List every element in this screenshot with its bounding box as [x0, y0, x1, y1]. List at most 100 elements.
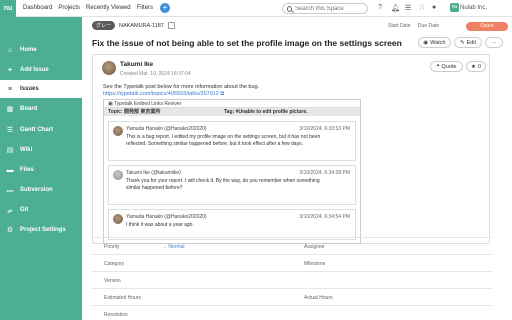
list-item: Takumi Ike (@takumiike) 3/10/2024, 6:34:…: [108, 165, 356, 205]
plus-icon: +: [7, 66, 13, 74]
org-name[interactable]: Nulab Inc.: [460, 5, 487, 11]
avatar: [113, 170, 123, 180]
sidebar-item-label: Wiki: [20, 147, 33, 153]
sidebar-item-files[interactable]: ▬ Files: [0, 161, 82, 179]
sidebar-item-label: Board: [20, 106, 38, 112]
field-row: Category Milestone: [92, 254, 492, 271]
wiki-icon: ▤: [6, 147, 14, 154]
field-label: Estimated Hours: [104, 295, 141, 301]
field-row: Priority → Normal Assignee: [92, 237, 492, 254]
list-item: Yamada Hanako (@Hanako202020) 3/10/2024,…: [108, 121, 356, 161]
folder-icon: ▬: [6, 166, 14, 174]
message-date: 3/10/2024, 6:34:54 PM: [299, 214, 350, 220]
nav-dashboard[interactable]: Dashboard: [23, 5, 52, 11]
sidebar-item-home[interactable]: ⌂ Home: [0, 41, 82, 59]
message-date: 3/10/2024, 6:34:28 PM: [299, 170, 350, 176]
top-nav: Dashboard Projects Recently Viewed Filte…: [20, 3, 170, 13]
org-logo: nu: [450, 3, 459, 12]
sidebar-item-git[interactable]: git Git: [0, 201, 82, 219]
author-name[interactable]: Takumi Ike: [120, 61, 153, 68]
star-icon: ★: [471, 63, 476, 70]
avatar: [113, 214, 123, 224]
status-badge[interactable]: Open: [466, 22, 508, 31]
issue-title: Fix the issue of not being able to set t…: [92, 38, 402, 48]
start-date-label: Start Date: [388, 23, 411, 29]
nav-projects[interactable]: Projects: [58, 5, 80, 11]
svn-icon: svn: [6, 187, 14, 193]
issue-description-card: Takumi Ike Created Mar. 10, 2024 18:37:0…: [92, 54, 490, 244]
issue-subheader: グレー NAKAMURA-1187: [92, 21, 175, 30]
quote-button[interactable]: ❝ Quote: [430, 61, 463, 72]
sidebar-item-label: Add Issue: [20, 67, 49, 73]
issues-icon: ≡: [7, 85, 13, 93]
sidebar-item-board[interactable]: ▦ Board: [0, 100, 82, 118]
field-label: Milestone: [304, 261, 326, 267]
copy-icon[interactable]: [167, 22, 175, 29]
sidebar-item-add-issue[interactable]: + Add Issue: [0, 61, 82, 79]
quote-label: Quote: [441, 63, 457, 70]
issue-dates: Start Date Due Date: [388, 23, 445, 29]
sidebar-item-gantt-chart[interactable]: ☰ Gantt Chart: [0, 121, 82, 139]
sidebar-item-subversion[interactable]: svn Subversion: [0, 181, 82, 199]
avatar: [113, 126, 123, 136]
embed-topic: Topic: 開発部 東京業所: [108, 109, 161, 115]
sidebar-item-wiki[interactable]: ▤ Wiki: [0, 141, 82, 159]
list-item: Yamada Hanako (@Hanako202020) 3/10/2024,…: [108, 209, 356, 240]
nav-recently-viewed[interactable]: Recently Viewed: [86, 5, 131, 11]
quote-icon: ❝: [436, 63, 440, 70]
created-timestamp: Created Mar. 10, 2024 18:37:04: [120, 71, 191, 77]
message-body: This is a bug report. I edited my profil…: [126, 134, 321, 147]
notifications-icon[interactable]: 🔔︎: [391, 4, 400, 12]
typetalk-embed: ▣ Typetalk Embed Links Reviver Topic: 開発…: [103, 99, 361, 244]
add-button[interactable]: +: [159, 3, 170, 13]
user-avatar-icon[interactable]: ●: [432, 4, 436, 11]
app-logo[interactable]: nu: [0, 0, 16, 17]
typetalk-link-text: https://typetalk.com/topics/406593/talks…: [103, 91, 219, 97]
sidebar-item-label: Project Settings: [20, 227, 66, 233]
star-button[interactable]: ★ 0: [466, 61, 486, 72]
priority-value[interactable]: → Normal: [162, 244, 185, 250]
sidebar-item-issues[interactable]: ≡ Issues: [0, 80, 82, 98]
nav-filters[interactable]: Filters: [137, 5, 153, 11]
message-author: Takumi Ike (@takumiike): [126, 170, 181, 176]
message-date: 3/10/2024, 6:33:53 PM: [299, 126, 350, 132]
sidebar-item-label: Git: [20, 207, 29, 213]
home-icon: ⌂: [7, 46, 13, 54]
field-row: Version: [92, 271, 492, 288]
edit-label: Edit: [466, 39, 477, 46]
message-body: Thank you for your report. I will check …: [126, 178, 320, 191]
typetalk-link[interactable]: https://typetalk.com/topics/406593/talks…: [103, 91, 224, 98]
sidebar-item-label: Issues: [20, 86, 39, 92]
top-bar: nu Dashboard Projects Recently Viewed Fi…: [0, 0, 512, 17]
list-icon[interactable]: ☰: [405, 4, 411, 12]
message-author: Yamada Hanako (@Hanako202020): [126, 214, 207, 220]
git-icon: git: [7, 207, 13, 213]
embed-title: Typetalk Embed Links Reviver: [114, 101, 182, 107]
field-label: Version: [104, 278, 121, 284]
avatar[interactable]: [102, 61, 116, 75]
search-icon: [287, 5, 292, 12]
sidebar-item-label: Subversion: [20, 187, 53, 193]
edit-button[interactable]: ✎ Edit: [454, 37, 482, 48]
external-link-icon: ⧉: [220, 91, 225, 97]
sidebar-item-label: Home: [20, 47, 37, 53]
more-button[interactable]: ···: [485, 37, 503, 48]
field-row: Estimated Hours Actual Hours: [92, 288, 492, 305]
watch-button[interactable]: ◉ Watch: [418, 37, 451, 48]
help-icon[interactable]: ?: [378, 4, 382, 11]
gear-icon: ⚙: [6, 227, 14, 234]
field-label: Category: [104, 261, 125, 267]
field-label: Assignee: [304, 244, 325, 250]
eye-icon: ◉: [423, 39, 429, 46]
field-label: Priority: [104, 244, 120, 250]
search-input[interactable]: [295, 5, 367, 12]
field-label: Actual Hours: [304, 295, 333, 301]
message-author: Yamada Hanako (@Hanako202020): [126, 126, 207, 132]
embed-tag: Tag: #Unable to edit profile picture.: [224, 109, 308, 115]
grid-icon[interactable]: ⁙: [419, 4, 425, 12]
issue-type-tag: グレー: [92, 21, 116, 30]
sidebar: ⌂ Home + Add Issue ≡ Issues ▦ Board ☰ Ga…: [0, 17, 82, 320]
due-date-label: Due Date: [417, 23, 440, 29]
sidebar-item-project-settings[interactable]: ⚙ Project Settings: [0, 221, 82, 239]
search-box[interactable]: [282, 3, 368, 14]
